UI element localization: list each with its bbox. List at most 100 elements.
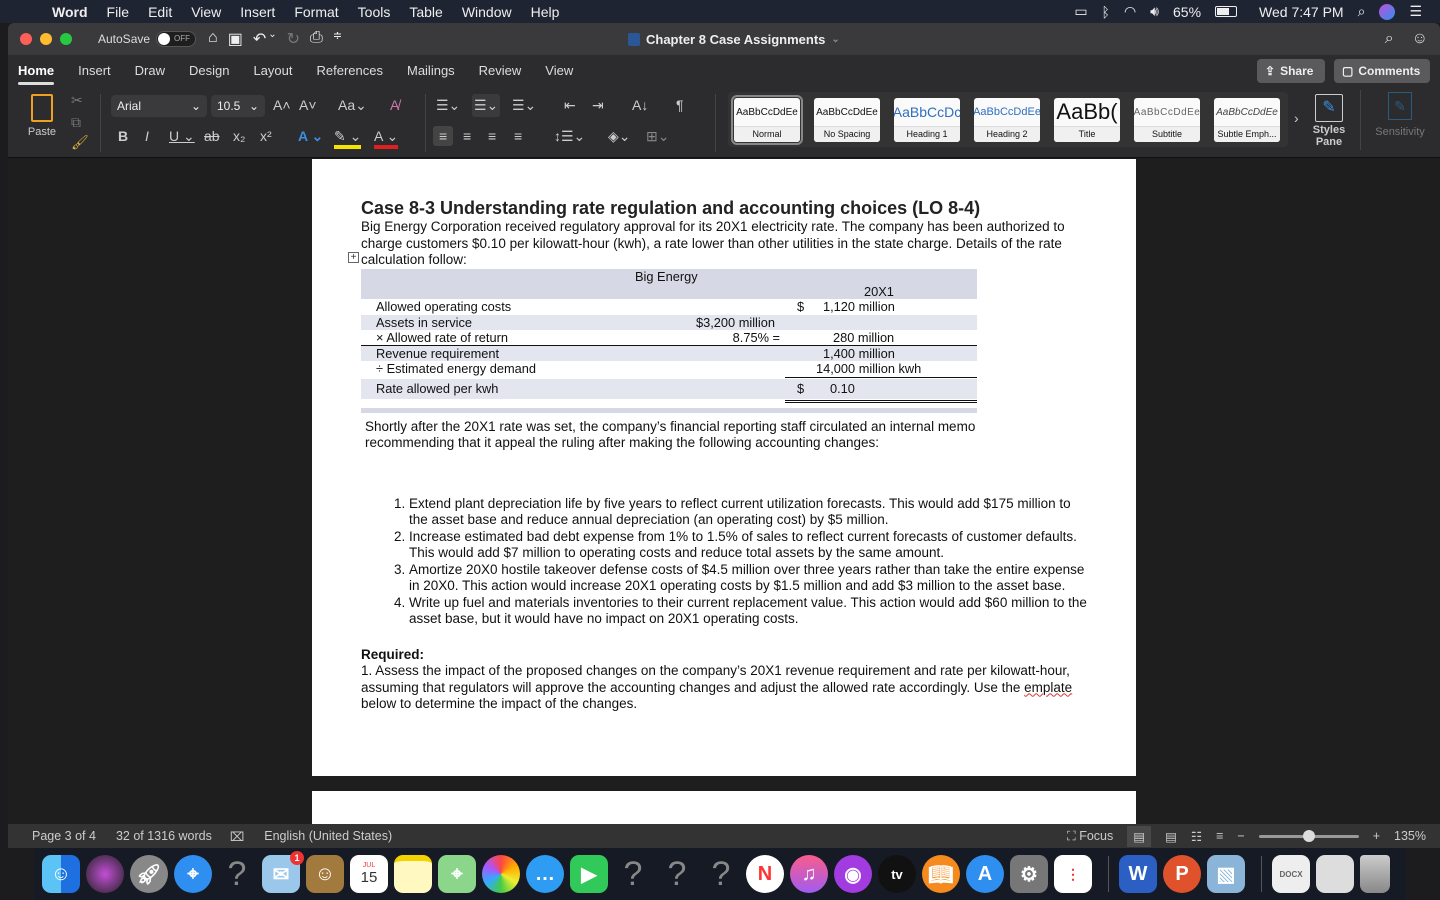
menu-insert[interactable]: Insert (240, 4, 275, 20)
document-page[interactable]: Case 8-3 Understanding rate regulation a… (312, 159, 1136, 776)
style-no-spacing[interactable]: AaBbCcDdEe No Spacing (814, 98, 880, 142)
app-store-icon[interactable]: A (966, 855, 1004, 893)
language[interactable]: English (United States) (264, 829, 392, 843)
microsoft-word-icon[interactable]: W (1119, 855, 1157, 893)
text-effects-icon[interactable]: A ⌄ (298, 128, 323, 145)
style-subtitle[interactable]: AaBbCcDdEe Subtitle (1134, 98, 1200, 142)
font-size-select[interactable]: 10.5 ⌄ (211, 95, 265, 117)
tab-view[interactable]: View (545, 55, 573, 88)
tab-references[interactable]: References (317, 55, 383, 88)
menu-tools[interactable]: Tools (358, 4, 391, 20)
undo-icon[interactable]: ↶ (253, 29, 266, 49)
notes-icon[interactable] (394, 855, 432, 893)
focus-button[interactable]: ⛶ Focus (1067, 829, 1113, 844)
menu-view[interactable]: View (191, 4, 221, 20)
style-normal[interactable]: AaBbCcDdEe Normal (731, 95, 803, 145)
tab-insert[interactable]: Insert (78, 55, 111, 88)
font-name-select[interactable]: Arial ⌄ (111, 95, 207, 117)
chevron-down-icon[interactable]: ⌄ (268, 29, 276, 49)
font-color-icon[interactable]: A ⌄ (374, 128, 399, 149)
books-icon[interactable]: 📖︎ (922, 855, 960, 893)
style-heading-2[interactable]: AaBbCcDdEe Heading 2 (974, 98, 1040, 142)
unknown-app-icon[interactable]: ? (614, 855, 652, 893)
borders-icon[interactable]: ⊞⌄ (646, 128, 669, 145)
sort-icon[interactable]: A↓ (632, 97, 648, 113)
page-count[interactable]: Page 3 of 4 (32, 829, 96, 843)
underline-button[interactable]: U ⌄ (169, 128, 195, 145)
apple-tv-icon[interactable]: tv (878, 855, 916, 893)
reminders-icon[interactable]: ⋮ (1054, 855, 1092, 893)
align-left-button[interactable]: ≡ (433, 126, 454, 146)
draft-view-icon[interactable]: ≡ (1216, 829, 1223, 843)
highlight-color-icon[interactable]: ✎ ⌄ (334, 128, 362, 149)
menu-file[interactable]: File (107, 4, 130, 20)
home-icon[interactable]: ⌂ (208, 29, 218, 49)
justify-button[interactable]: ≡ (514, 128, 522, 144)
shrink-font-icon[interactable]: A˅ (299, 97, 317, 113)
copy-icon[interactable]: ⧉ (71, 114, 81, 131)
subscript-button[interactable]: x₂ (233, 128, 245, 144)
misspelled-word[interactable]: emplate (1024, 680, 1072, 695)
spotlight-search-icon[interactable]: ⌕ (1358, 3, 1366, 20)
volume-icon[interactable]: 🔊︎ (1150, 3, 1159, 20)
document-title[interactable]: Chapter 8 Case Assignments ⌄ (628, 32, 840, 47)
redo-icon[interactable]: ↻ (287, 29, 300, 49)
style-title[interactable]: AaBb(Title (1054, 98, 1120, 142)
airplay-icon[interactable]: ▭ (1074, 3, 1087, 20)
table-move-handle-icon[interactable]: + (348, 252, 359, 263)
menu-help[interactable]: Help (531, 4, 560, 20)
news-icon[interactable]: N (746, 855, 784, 893)
share-button[interactable]: ⇪ Share (1257, 59, 1325, 83)
align-right-button[interactable]: ≡ (488, 128, 496, 144)
multilevel-list-icon[interactable]: ☰⌄ (512, 97, 536, 114)
styles-pane-button[interactable]: ✎ Styles Pane (1312, 94, 1346, 148)
contacts-icon[interactable]: ☺ (306, 855, 344, 893)
print-icon[interactable]: ⎙ (310, 29, 323, 49)
unknown-app-icon[interactable]: ? (218, 855, 256, 893)
superscript-button[interactable]: x² (260, 128, 272, 144)
calendar-icon[interactable]: JUL 15 (350, 855, 388, 893)
tab-home[interactable]: Home (18, 55, 55, 88)
zoom-window-button[interactable] (60, 33, 72, 45)
show-formatting-marks-icon[interactable]: ¶ (676, 97, 684, 113)
screenshot-file-icon[interactable] (1316, 855, 1354, 893)
word-count[interactable]: 32 of 1316 words (116, 829, 212, 843)
paste-button[interactable]: Paste (22, 94, 62, 138)
unknown-app-icon[interactable]: ? (658, 855, 696, 893)
preview-icon[interactable]: ▧ (1207, 855, 1245, 893)
customize-toolbar-icon[interactable]: ≑ (333, 29, 342, 49)
tab-mailings[interactable]: Mailings (407, 55, 455, 88)
strikethrough-button[interactable]: ab (204, 128, 220, 144)
style-subtle-emphasis[interactable]: AaBbCcDdEe Subtle Emph... (1214, 98, 1280, 142)
search-icon[interactable]: ⌕ (1385, 30, 1394, 48)
minimize-window-button[interactable] (40, 33, 52, 45)
launchpad-icon[interactable]: 🚀︎ (130, 855, 168, 893)
outline-view-icon[interactable]: ☷ (1191, 829, 1202, 844)
facetime-icon[interactable]: ▶ (570, 855, 608, 893)
web-layout-view-icon[interactable]: ▤ (1165, 829, 1177, 844)
unknown-app-icon[interactable]: ? (702, 855, 740, 893)
zoom-slider[interactable] (1258, 829, 1359, 842)
bullets-icon[interactable]: ☰⌄ (436, 97, 460, 114)
numbering-icon[interactable]: ☰⌄ (472, 94, 501, 117)
comments-button[interactable]: ▢ Comments (1334, 59, 1430, 83)
tab-draw[interactable]: Draw (135, 55, 165, 88)
bold-button[interactable]: B (118, 128, 128, 144)
close-window-button[interactable] (20, 33, 32, 45)
proofing-icon[interactable]: ⌧ (230, 829, 244, 844)
notification-center-icon[interactable]: ☰ (1409, 3, 1422, 20)
system-preferences-icon[interactable]: ⚙ (1010, 855, 1048, 893)
clock[interactable]: Wed 7:47 PM (1259, 4, 1344, 20)
menu-table[interactable]: Table (409, 4, 442, 20)
save-icon[interactable]: ▣ (228, 29, 243, 49)
zoom-out-button[interactable]: − (1237, 829, 1244, 843)
tab-layout[interactable]: Layout (253, 55, 292, 88)
messages-icon[interactable]: … (526, 855, 564, 893)
menu-window[interactable]: Window (462, 4, 512, 20)
more-styles-chevron-icon[interactable]: › (1294, 110, 1299, 126)
photos-icon[interactable] (482, 855, 520, 893)
maps-icon[interactable]: ⌖ (438, 855, 476, 893)
safari-icon[interactable]: ⌖ (174, 855, 212, 893)
autosave-toggle[interactable]: OFF (156, 31, 197, 47)
line-spacing-icon[interactable]: ↕☰⌄ (554, 128, 585, 145)
